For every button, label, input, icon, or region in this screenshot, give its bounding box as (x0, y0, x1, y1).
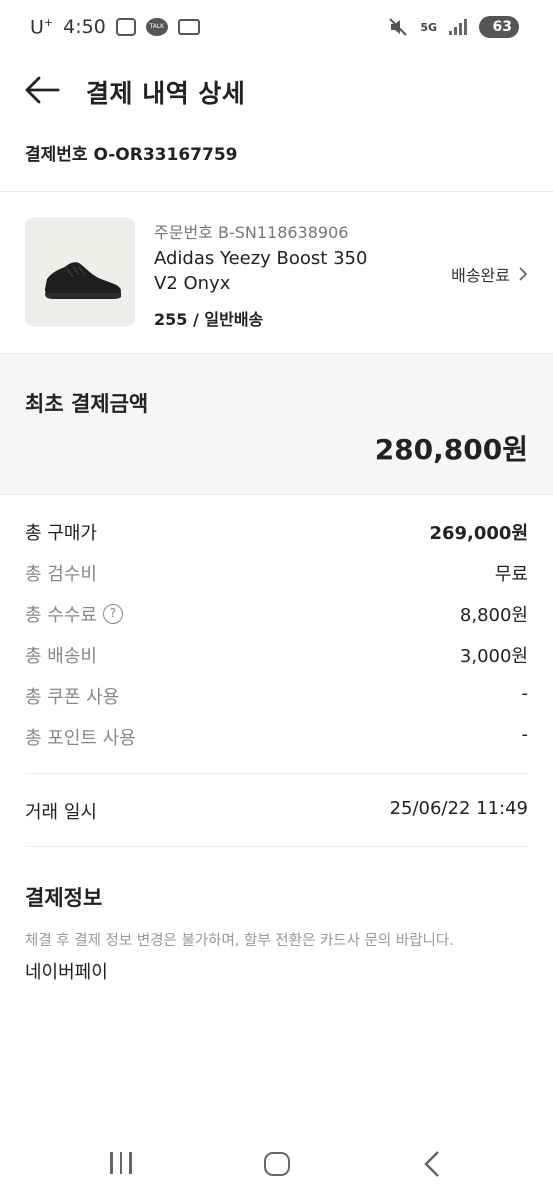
breakdown-value: 무료 (494, 564, 528, 585)
mute-icon (389, 18, 408, 36)
battery-icon: 63 (479, 16, 519, 38)
breakdown-row: 총 수수료? 8,800원 (0, 594, 553, 635)
page-title: 결제 내역 상세 (86, 79, 246, 108)
voicemail-icon (177, 19, 200, 36)
breakdown-label: 총 포인트 사용 (25, 728, 136, 749)
total-payment-label: 최초 결제금액 (25, 392, 149, 416)
recent-apps-button[interactable] (110, 1152, 132, 1174)
product-card[interactable]: 주문번호 B-SN118638906 Adidas Yeezy Boost 35… (0, 192, 553, 353)
sneaker-icon (45, 262, 121, 299)
breakdown-label: 총 검수비 (25, 564, 97, 585)
payment-info-title: 결제정보 (25, 886, 103, 910)
app-header: 결제 내역 상세 (0, 56, 553, 126)
total-payment-panel: 최초 결제금액 280,800원 (0, 353, 553, 495)
payment-method: 네이버페이 (25, 962, 108, 983)
breakdown-row: 총 배송비 3,000원 (0, 635, 553, 676)
signal-icon (449, 19, 467, 35)
breakdown-value: - (521, 724, 529, 745)
network-type: 5G (420, 20, 437, 34)
arrow-left-icon (25, 76, 60, 104)
delivery-status-link[interactable]: 배송완료 (451, 262, 528, 286)
breakdown-row: 총 쿠폰 사용 - (0, 676, 553, 717)
system-back-button[interactable] (422, 1150, 442, 1178)
breakdown-label-wrap: 총 수수료? (25, 601, 123, 627)
back-button[interactable] (24, 74, 60, 106)
breakdown-row: 총 검수비 무료 (0, 553, 553, 594)
screenshot-icon (115, 18, 136, 37)
product-option: 255 / 일반배송 (154, 310, 264, 329)
breakdown-label: 총 수수료 (25, 605, 97, 626)
clock: 4:50 (63, 16, 106, 39)
breakdown-label: 총 쿠폰 사용 (25, 687, 120, 708)
product-order-number: 주문번호 B-SN118638906 (154, 223, 349, 242)
breakdown-value: 3,000원 (459, 646, 528, 667)
help-icon[interactable]: ? (102, 604, 123, 624)
product-image (25, 217, 135, 327)
trade-datetime-value: 25/06/22 11:49 (389, 798, 528, 819)
kakaotalk-icon: TALK (145, 18, 168, 37)
breakdown-label: 총 배송비 (25, 646, 97, 667)
breakdown-value: - (521, 683, 529, 704)
breakdown-value: 269,000원 (429, 523, 528, 544)
payment-info-note: 체결 후 결제 정보 변경은 불가하며, 할부 전환은 카드사 문의 바랍니다. (25, 933, 454, 949)
home-button[interactable] (264, 1152, 290, 1176)
system-nav-bar (0, 1130, 553, 1200)
trade-datetime-label: 거래 일시 (25, 802, 97, 823)
status-left: U+ 4:50 TALK (30, 16, 200, 38)
divider (25, 846, 528, 847)
status-right: 5G 63 (388, 16, 519, 38)
chevron-right-icon (519, 267, 528, 281)
product-name: Adidas Yeezy Boost 350 V2 Onyx (154, 248, 368, 294)
status-bar: U+ 4:50 TALK 5G 63 (0, 0, 553, 56)
delivery-status-label: 배송완료 (451, 266, 510, 285)
breakdown-row: 총 구매가 269,000원 (0, 512, 553, 553)
carrier-label: U+ (30, 16, 54, 39)
breakdown-value: 8,800원 (459, 605, 528, 626)
trade-datetime-row: 거래 일시 25/06/22 11:49 (0, 790, 553, 830)
price-breakdown: 총 구매가 269,000원 총 검수비 무료 총 수수료? 8,800원 총 … (0, 512, 553, 758)
breakdown-label: 총 구매가 (25, 523, 97, 544)
chevron-left-icon (424, 1151, 439, 1177)
payment-number: 결제번호 O-OR33167759 (25, 145, 238, 165)
total-payment-value: 280,800원 (374, 433, 528, 466)
breakdown-row: 총 포인트 사용 - (0, 717, 553, 758)
divider (25, 773, 528, 774)
